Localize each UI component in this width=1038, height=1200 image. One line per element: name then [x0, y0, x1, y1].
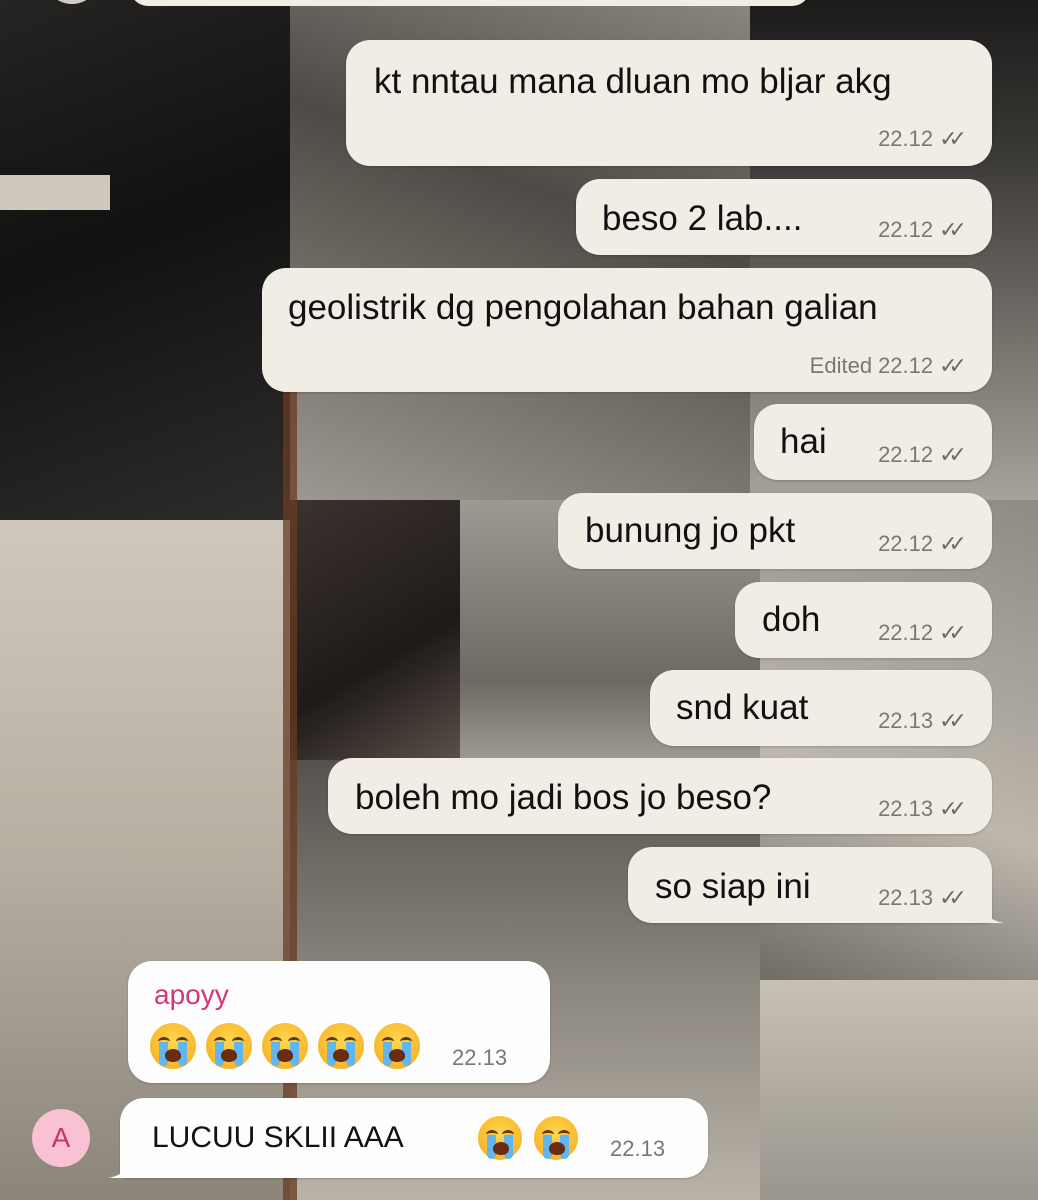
message-bubble-incoming[interactable]: LUCUU SKLII AAA 22.13	[108, 1098, 708, 1178]
loudly-crying-face-icon	[534, 1116, 578, 1160]
message-bubble-outgoing[interactable]: geolistrik dg pengolahan bahan galian Ed…	[262, 268, 992, 392]
message-meta: 22.12 ✓✓	[878, 217, 967, 243]
message-time: 22.12	[878, 442, 934, 467]
message-bubble-outgoing[interactable]: snd kuat 22.13 ✓✓	[650, 670, 992, 746]
message-bubble-outgoing[interactable]: so siap ini 22.13 ✓✓	[628, 847, 1004, 923]
message-meta: 22.12 ✓✓	[878, 126, 967, 152]
previous-message-bubble[interactable]	[130, 0, 810, 6]
message-time: 22.13	[878, 708, 934, 733]
double-check-read-icon: ✓✓	[939, 217, 967, 242]
message-time: 22.12	[878, 620, 934, 645]
message-bubble-outgoing[interactable]: boleh mo jadi bos jo beso? 22.13 ✓✓	[328, 758, 992, 834]
message-text: bunung jo pkt	[585, 511, 796, 550]
loudly-crying-face-icon	[206, 1023, 252, 1069]
message-text: so siap ini	[655, 867, 811, 906]
edited-label: Edited	[809, 353, 873, 378]
double-check-read-icon: ✓✓	[939, 126, 967, 151]
message-time: 22.13	[452, 1045, 508, 1070]
message-meta: 22.13 ✓✓	[878, 796, 967, 822]
message-time: 22.13	[610, 1136, 666, 1161]
message-time: 22.12	[878, 531, 934, 556]
message-meta: 22.12 ✓✓	[878, 620, 967, 646]
message-time: 22.12	[878, 126, 934, 151]
double-check-read-icon: ✓✓	[939, 531, 967, 556]
bubble-tail	[108, 1154, 134, 1178]
double-check-read-icon: ✓✓	[939, 442, 967, 467]
message-bubble-outgoing[interactable]: kt nntau mana dluan mo bljar akg 22.12 ✓…	[346, 40, 992, 166]
emoji-row	[150, 1023, 420, 1069]
message-text: geolistrik dg pengolahan bahan galian	[288, 288, 878, 327]
avatar-letter: A	[51, 1122, 71, 1153]
message-bubble-outgoing[interactable]: doh 22.12 ✓✓	[735, 582, 992, 658]
sender-name: apoyy	[154, 979, 229, 1010]
message-text: snd kuat	[676, 688, 809, 727]
message-meta: Edited 22.12 ✓✓	[809, 353, 967, 379]
message-text: beso 2 lab....	[602, 199, 803, 238]
message-text: boleh mo jadi bos jo beso?	[355, 778, 772, 817]
loudly-crying-face-icon	[478, 1116, 522, 1160]
message-time: 22.12	[878, 217, 934, 242]
message-meta: 22.12 ✓✓	[878, 442, 967, 468]
message-bubble-outgoing[interactable]: hai 22.12 ✓✓	[754, 404, 992, 480]
message-text: doh	[762, 600, 821, 639]
loudly-crying-face-icon	[150, 1023, 196, 1069]
message-time: 22.13	[878, 885, 934, 910]
message-bubble-outgoing[interactable]: bunung jo pkt 22.12 ✓✓	[558, 493, 992, 569]
message-text: kt nntau mana dluan mo bljar akg	[374, 62, 892, 101]
double-check-read-icon: ✓✓	[939, 353, 967, 378]
double-check-read-icon: ✓✓	[939, 885, 967, 910]
message-meta: 22.12 ✓✓	[878, 531, 967, 557]
message-time: 22.12	[878, 353, 934, 378]
loudly-crying-face-icon	[374, 1023, 420, 1069]
loudly-crying-face-icon	[318, 1023, 364, 1069]
loudly-crying-face-icon	[262, 1023, 308, 1069]
message-bubble-incoming[interactable]: apoyy 22.13	[128, 961, 550, 1083]
double-check-read-icon: ✓✓	[939, 796, 967, 821]
avatar[interactable]: A	[32, 1109, 90, 1167]
message-text: hai	[780, 422, 827, 461]
double-check-read-icon: ✓✓	[939, 620, 967, 645]
message-time: 22.13	[878, 796, 934, 821]
message-meta: 22.13 ✓✓	[878, 708, 967, 734]
message-meta: 22.13 ✓✓	[878, 885, 967, 911]
message-text: LUCUU SKLII AAA	[152, 1121, 404, 1154]
bubble-tail	[978, 899, 1004, 923]
double-check-read-icon: ✓✓	[939, 708, 967, 733]
message-bubble-outgoing[interactable]: beso 2 lab.... 22.12 ✓✓	[576, 179, 992, 255]
